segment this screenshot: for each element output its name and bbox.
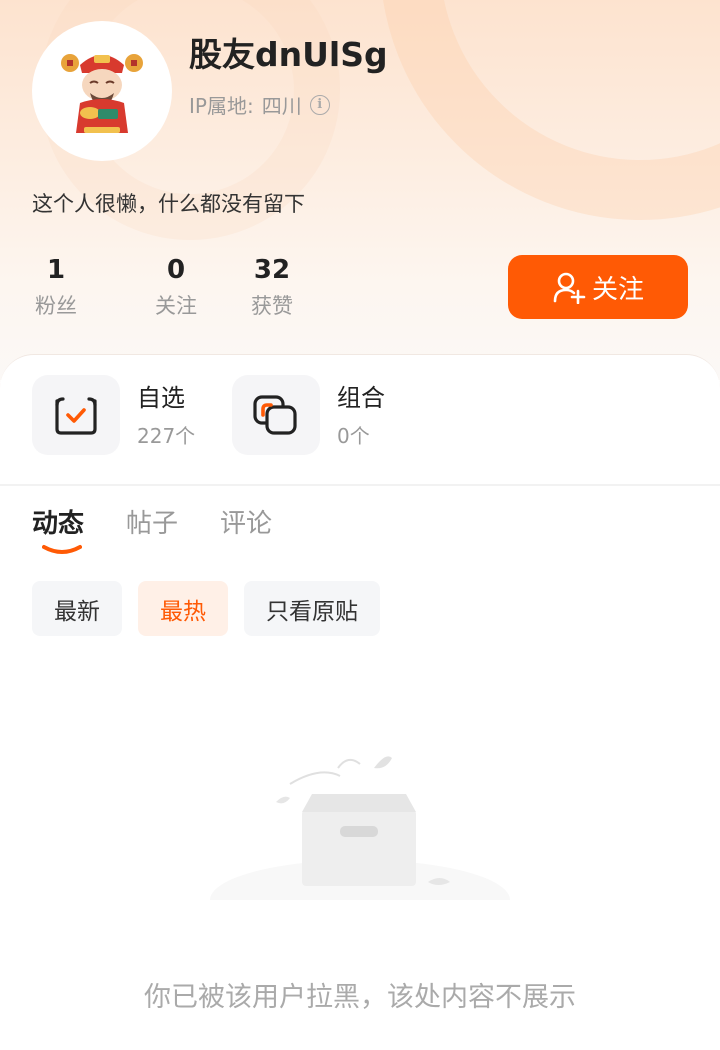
ip-location: 四川 [261, 94, 302, 118]
stats-row: 1 粉丝 0 关注 32 获赞 [32, 254, 320, 320]
ip-location-row: IP属地: 四川 i [189, 90, 330, 119]
tab-label: 评论 [220, 509, 273, 539]
tab-label: 动态 [32, 509, 85, 539]
stat-value: 0 [166, 255, 186, 285]
username: 股友dnUlSg [189, 35, 388, 74]
tab-activity[interactable]: 动态 [32, 503, 85, 554]
avatar-god-of-wealth-icon [61, 54, 143, 133]
entry-icon-box [32, 375, 120, 455]
entry-count: 227个 [137, 423, 196, 448]
quick-entry-card: 自选 227个 组合 0个 [0, 354, 720, 484]
stat-followers[interactable]: 1 粉丝 [32, 254, 80, 320]
tab-posts[interactable]: 帖子 [126, 503, 178, 540]
entry-text: 自选 227个 [137, 382, 195, 449]
avatar[interactable] [32, 21, 172, 161]
empty-box-illustration [210, 756, 510, 930]
stat-label: 粉丝 [35, 294, 77, 318]
follow-button-label: 关注 [591, 274, 644, 305]
stat-label: 关注 [155, 294, 197, 318]
section-divider [0, 484, 720, 486]
portfolio-icon [253, 395, 297, 435]
stat-label: 获赞 [251, 294, 293, 318]
entry-title: 组合 [337, 383, 385, 412]
tab-label: 帖子 [126, 509, 179, 539]
empty-state-message: 你已被该用户拉黑，该处内容不展示 [144, 982, 576, 1013]
filter-chips: 最新 最热 只看原贴 [32, 581, 380, 636]
stat-likes[interactable]: 32 获赞 [224, 254, 320, 320]
watchlist-entry[interactable]: 自选 227个 [32, 375, 195, 455]
content-tabs: 动态 帖子 评论 [32, 503, 272, 554]
entry-title: 自选 [137, 383, 185, 412]
filter-latest[interactable]: 最新 [32, 581, 122, 636]
entry-text: 组合 0个 [337, 382, 385, 449]
portfolio-entry[interactable]: 组合 0个 [232, 375, 385, 455]
follow-button[interactable]: 关注 [508, 255, 688, 319]
info-icon[interactable]: i [309, 94, 330, 115]
tab-comments[interactable]: 评论 [220, 503, 272, 540]
entry-count: 0个 [337, 423, 370, 448]
entry-icon-box [232, 375, 320, 455]
add-user-icon [553, 272, 586, 304]
filter-original-only[interactable]: 只看原贴 [244, 581, 380, 636]
ip-label: IP属地: [189, 94, 254, 118]
decor-ring [380, 0, 720, 220]
filter-hottest[interactable]: 最热 [138, 581, 228, 636]
checkbox-icon [55, 397, 97, 435]
stat-value: 1 [46, 255, 66, 285]
tab-active-indicator [42, 545, 82, 554]
stat-value: 32 [253, 255, 291, 285]
bio-text: 这个人很懒，什么都没有留下 [32, 192, 305, 216]
stat-following[interactable]: 0 关注 [128, 254, 224, 320]
